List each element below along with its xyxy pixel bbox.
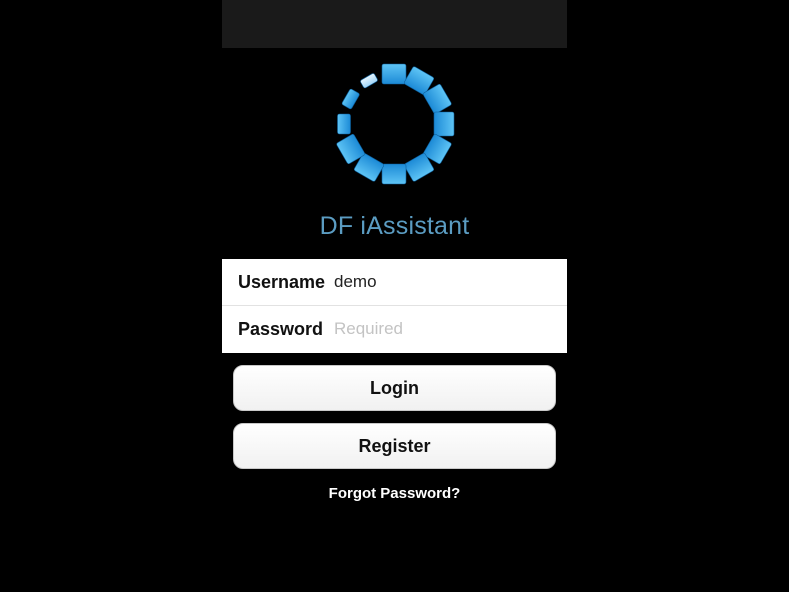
username-row: Username	[222, 259, 567, 306]
register-button[interactable]: Register	[233, 423, 556, 469]
logo-block	[337, 113, 351, 135]
status-bar	[222, 0, 567, 48]
logo-block	[433, 111, 455, 137]
username-label: Username	[238, 272, 326, 292]
login-screen: DF iAssistant Username Password Login Re…	[0, 0, 789, 592]
forgot-password-link[interactable]: Forgot Password?	[222, 485, 567, 502]
spinner-logo-icon	[336, 63, 455, 185]
app-title: DF iAssistant	[319, 212, 470, 240]
logo-block	[381, 163, 407, 185]
logo-block	[360, 73, 378, 89]
logo-block	[381, 63, 407, 85]
password-row: Password	[222, 306, 567, 353]
username-input[interactable]	[332, 268, 556, 296]
login-form: Username Password	[222, 259, 567, 353]
password-input[interactable]	[332, 315, 556, 343]
login-button[interactable]: Login	[233, 365, 556, 411]
logo-block	[341, 88, 360, 110]
password-label: Password	[238, 319, 324, 339]
